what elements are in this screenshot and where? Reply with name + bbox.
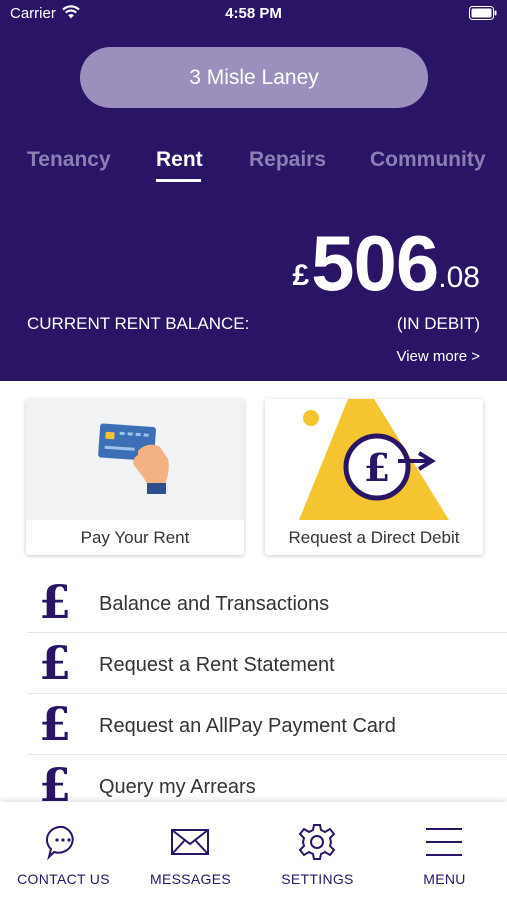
balance-pence: .08 [438,261,480,294]
pound-icon: £ [39,575,72,629]
chat-bubble-icon [45,825,74,861]
pound-icon: £ [39,697,72,751]
nav-menu-label: MENU [423,871,466,887]
gear-icon [298,824,336,860]
nav-settings[interactable]: SETTINGS [254,802,381,900]
tab-community[interactable]: Community [370,148,486,172]
nav-settings-label: SETTINGS [281,871,354,887]
active-tab-indicator [156,179,201,182]
envelope-icon [171,829,209,855]
nav-messages-label: MESSAGES [150,871,231,887]
balance-pounds: 506 [311,219,439,307]
rent-header: Carrier 4:58 PM 3 Misle Laney Tenancy Re… [0,0,507,381]
request-direct-debit-label: Request a Direct Debit [288,527,460,547]
list-item-allpay-card[interactable]: £ Request an AllPay Payment Card [27,694,507,755]
direct-debit-icon: £ [265,399,483,520]
nav-contact-us[interactable]: CONTACT US [0,802,127,900]
nav-messages[interactable]: MESSAGES [127,802,254,900]
section-tabs: Tenancy Rent Repairs Community [0,148,507,188]
rent-options-list: £ Balance and Transactions £ Request a R… [27,572,507,816]
tab-tenancy[interactable]: Tenancy [27,148,111,172]
list-item-balance-transactions[interactable]: £ Balance and Transactions [27,572,507,633]
list-item-label: Request an AllPay Payment Card [99,715,396,737]
status-bar: Carrier 4:58 PM [0,0,507,28]
list-item-label: Request a Rent Statement [99,654,335,676]
hamburger-icon [426,828,462,856]
currency-symbol: £ [292,259,310,292]
tab-rent[interactable]: Rent [156,148,203,172]
card-payment-icon [26,399,244,520]
request-direct-debit-card[interactable]: £ Request a Direct Debit [265,399,483,555]
battery-icon [469,6,497,20]
property-selector[interactable]: 3 Misle Laney [80,47,428,108]
bottom-navigation: CONTACT US MESSAGES SETTINGS MENU [0,802,507,900]
property-address: 3 Misle Laney [189,65,319,89]
rent-balance-amount: £ 506 .08 [292,222,480,304]
nav-menu[interactable]: MENU [381,802,507,900]
balance-status: (IN DEBIT) [396,314,480,333]
list-item-label: Balance and Transactions [99,593,330,615]
pay-your-rent-label: Pay Your Rent [80,527,190,547]
balance-label: CURRENT RENT BALANCE: [27,314,250,333]
view-more-link[interactable]: View more > [396,348,480,365]
list-item-rent-statement[interactable]: £ Request a Rent Statement [27,633,507,694]
pound-icon: £ [39,636,72,690]
svg-text:£: £ [364,445,390,490]
nav-contact-us-label: CONTACT US [17,871,110,887]
status-time: 4:58 PM [225,5,282,22]
list-item-label: Query my Arrears [99,776,256,798]
tab-repairs[interactable]: Repairs [249,148,326,172]
pay-your-rent-card[interactable]: Pay Your Rent [26,399,244,555]
